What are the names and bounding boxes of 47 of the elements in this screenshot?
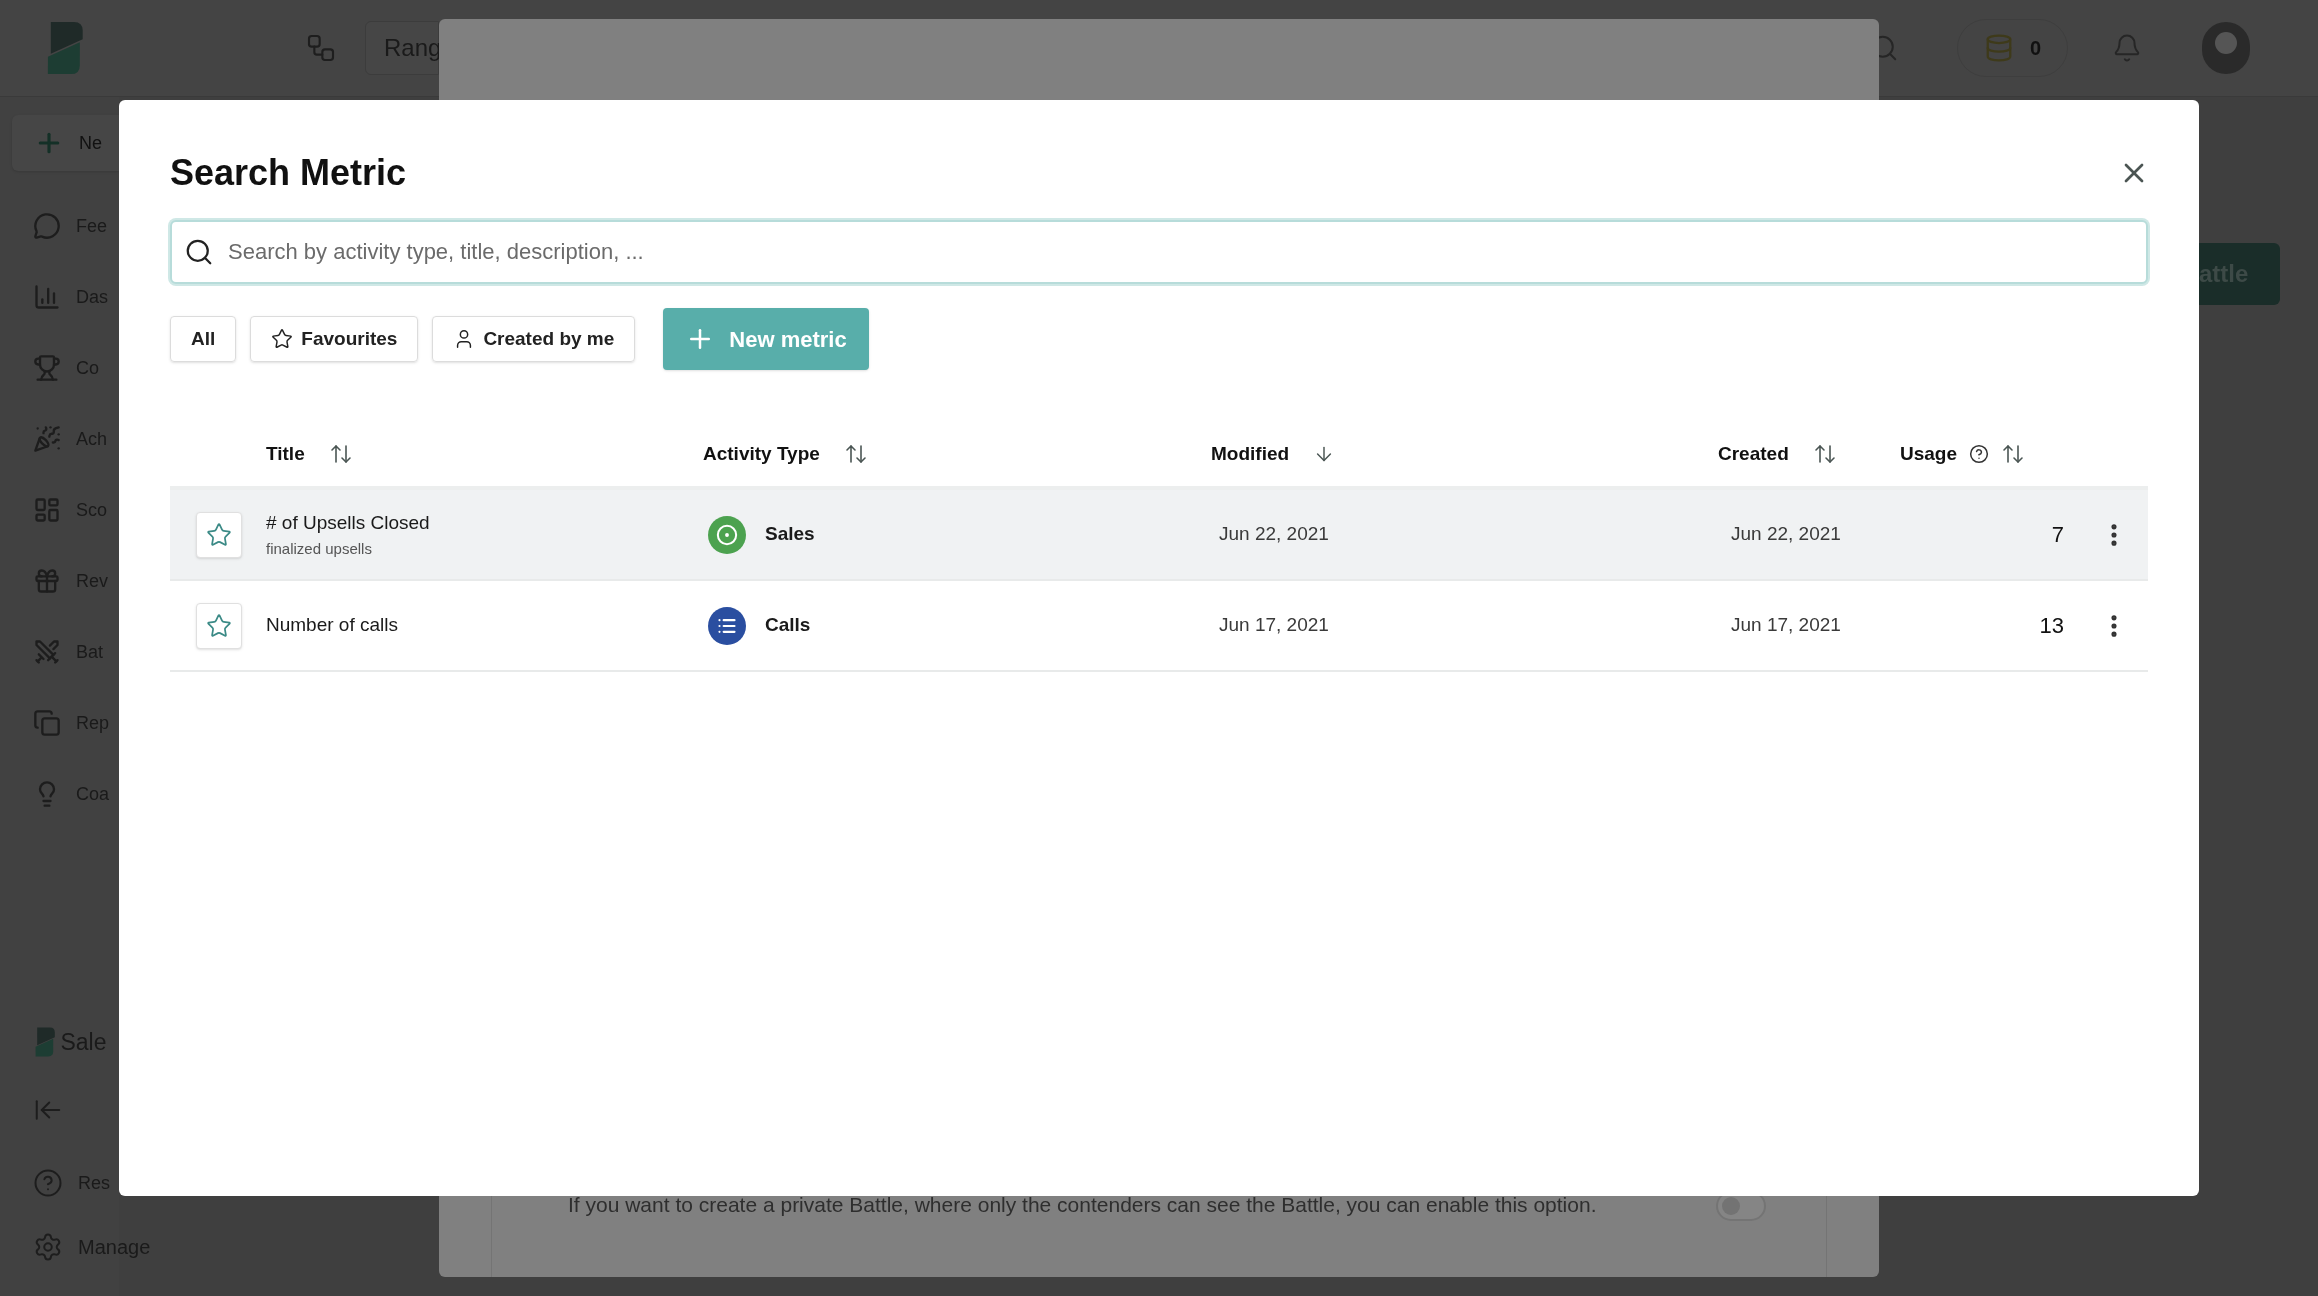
brand-logo-icon	[34, 1026, 57, 1058]
privacy-note: If you want to create a private Battle, where only the contenders can see the Battle, you can enable this option.	[568, 1192, 1598, 1218]
column-header[interactable]: Activity Type	[703, 439, 820, 469]
created-date: Jun 17, 2021	[1730, 613, 1842, 638]
search-icon	[184, 237, 214, 267]
favourite-button[interactable]	[196, 602, 242, 649]
metric-title: # of Upsells Closed	[266, 511, 431, 535]
star-icon	[206, 612, 232, 639]
trophy-icon	[33, 354, 61, 382]
modified-date: Jun 22, 2021	[1218, 522, 1330, 547]
help-icon	[33, 1168, 63, 1198]
column-header[interactable]: Usage	[1900, 439, 1958, 469]
filter-button[interactable]: Created by me	[432, 316, 636, 362]
help-icon[interactable]	[1969, 444, 1990, 464]
sort-icon[interactable]	[2001, 442, 2026, 466]
sort-icon[interactable]	[328, 442, 353, 466]
table-row[interactable]: # of Upsells Closed finalized upsells Sales Jun 22, 2021 Jun 22, 2021 7	[170, 490, 2148, 581]
filter-button[interactable]: Favourites	[250, 316, 419, 362]
column-header[interactable]: Created	[1718, 439, 1789, 469]
filter-button[interactable]: All	[170, 316, 237, 362]
copy-icon	[33, 709, 61, 737]
swords-icon	[33, 638, 61, 666]
favourite-button[interactable]	[196, 511, 242, 558]
column-header[interactable]: Title	[266, 439, 305, 469]
dashboard-icon	[33, 496, 61, 524]
dialog-title: Search Metric	[170, 151, 407, 195]
search-field[interactable]: Search by activity type, title, description, ...	[170, 220, 2148, 284]
usage-count: 7	[2051, 521, 2064, 549]
column-header[interactable]: Modified	[1211, 439, 1290, 469]
modified-date: Jun 17, 2021	[1218, 613, 1330, 638]
metric-title: Number of calls	[266, 613, 399, 638]
sort-icon[interactable]	[1812, 442, 1837, 466]
star-icon	[206, 521, 232, 548]
activity-type: Calls	[765, 613, 811, 638]
sort-icon[interactable]	[843, 442, 868, 466]
star-icon	[271, 328, 294, 350]
gear-icon	[33, 1232, 63, 1262]
bar-chart-icon	[33, 283, 61, 311]
logo-icon	[45, 19, 86, 77]
chat-icon	[33, 212, 61, 240]
gift-icon	[33, 567, 61, 595]
new-metric-button[interactable]: New metric	[663, 308, 869, 370]
metric-subtitle: finalized upsells	[266, 538, 373, 559]
usage-count: 13	[2039, 612, 2064, 640]
created-date: Jun 22, 2021	[1730, 522, 1842, 547]
party-popper-icon	[33, 425, 61, 453]
activity-type: Sales	[765, 522, 815, 547]
